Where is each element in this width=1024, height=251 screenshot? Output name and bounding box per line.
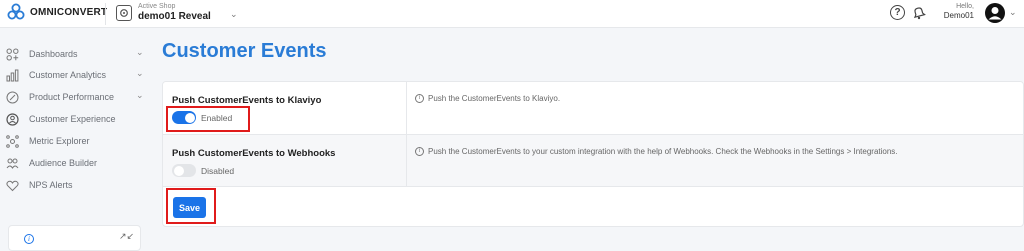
save-button[interactable]: Save <box>173 197 206 218</box>
setting-description: i Push the CustomerEvents to Klaviyo. <box>415 94 560 103</box>
info-icon[interactable]: i <box>24 234 34 244</box>
setting-description: i Push the CustomerEvents to your custom… <box>415 147 898 156</box>
brand-name: OMNICONVERT <box>30 6 108 18</box>
sidebar-item-customer-experience[interactable]: Customer Experience <box>5 110 150 128</box>
sidebar-item-audience-builder[interactable]: Audience Builder <box>5 154 150 172</box>
sidebar-item-label: Audience Builder <box>29 158 98 168</box>
toggle-knob <box>184 112 195 123</box>
analytics-icon <box>5 68 19 82</box>
store-icon <box>116 5 132 21</box>
toggle-label: Disabled <box>201 165 235 176</box>
toggle-knob <box>173 165 184 176</box>
user-menu-chevron-icon[interactable]: ⌄ <box>1009 7 1017 18</box>
info-icon: i <box>415 94 424 103</box>
sidebar-item-label: Dashboards <box>29 49 78 59</box>
top-bar: OMNICONVERT Active Shop demo01 Reveal ⌄ … <box>0 0 1024 28</box>
setting-title: Push CustomerEvents to Webhooks <box>172 148 336 159</box>
webhooks-toggle-group: Disabled <box>172 164 234 177</box>
sidebar-item-metric-explorer[interactable]: Metric Explorer <box>5 132 150 150</box>
info-icon: i <box>415 147 424 156</box>
sidebar-item-label: NPS Alerts <box>29 180 73 190</box>
settings-card: Push CustomerEvents to Klaviyo Enabled i… <box>162 81 1024 227</box>
experience-icon <box>5 112 19 126</box>
sidebar-footer: i ↗↙ <box>8 225 141 251</box>
greeting-text: Hello, <box>956 3 974 10</box>
webhooks-toggle[interactable] <box>172 164 196 177</box>
sidebar-item-nps-alerts[interactable]: NPS Alerts <box>5 176 150 194</box>
sidebar-item-customer-analytics[interactable]: Customer Analytics ⌄ <box>5 66 150 84</box>
username: Demo01 <box>943 11 974 20</box>
notification-bell-icon[interactable] <box>911 5 927 21</box>
chevron-down-icon: ⌄ <box>136 68 144 78</box>
nps-alerts-icon <box>5 178 19 192</box>
user-avatar-icon[interactable] <box>984 2 1006 24</box>
chevron-down-icon: ⌄ <box>136 47 144 57</box>
chevron-down-icon: ⌄ <box>136 90 144 100</box>
setting-title: Push CustomerEvents to Klaviyo <box>172 95 322 106</box>
active-shop-label: Active Shop <box>138 3 176 10</box>
klaviyo-toggle[interactable] <box>172 111 196 124</box>
help-icon[interactable]: ? <box>890 5 905 20</box>
page-title: Customer Events <box>162 40 327 62</box>
row-divider <box>163 186 1023 187</box>
setting-row-klaviyo: Push CustomerEvents to Klaviyo Enabled i… <box>163 82 1023 134</box>
sidebar: Dashboards ⌄ Customer Analytics ⌄ Produc… <box>0 28 155 251</box>
dashboards-icon <box>5 47 19 61</box>
sidebar-item-label: Product Performance <box>29 92 115 102</box>
expand-icon[interactable]: ↗↙ <box>119 231 134 242</box>
metric-explorer-icon <box>5 134 19 148</box>
description-text: Push the CustomerEvents to your custom i… <box>428 147 898 156</box>
active-shop-selector[interactable]: Active Shop demo01 Reveal ⌄ <box>116 3 238 23</box>
toggle-label: Enabled <box>201 112 233 123</box>
description-text: Push the CustomerEvents to Klaviyo. <box>428 94 561 103</box>
active-shop-name: demo01 Reveal <box>138 11 211 22</box>
sidebar-item-label: Metric Explorer <box>29 136 90 146</box>
sidebar-item-dashboards[interactable]: Dashboards ⌄ <box>5 45 150 63</box>
sidebar-item-product-performance[interactable]: Product Performance ⌄ <box>5 88 150 106</box>
column-divider <box>406 82 407 187</box>
audience-icon <box>5 156 19 170</box>
setting-row-webhooks: Push CustomerEvents to Webhooks Disabled… <box>163 135 1023 187</box>
klaviyo-toggle-group: Enabled <box>172 111 232 124</box>
sidebar-item-label: Customer Analytics <box>29 70 107 80</box>
user-greeting: Hello, Demo01 <box>940 3 974 21</box>
chevron-down-icon: ⌄ <box>230 9 238 19</box>
sidebar-item-label: Customer Experience <box>29 114 116 124</box>
omniconvert-logo-icon <box>7 3 25 20</box>
brand-logo[interactable]: OMNICONVERT <box>7 3 107 21</box>
performance-icon <box>5 90 19 104</box>
header-divider <box>105 3 106 25</box>
